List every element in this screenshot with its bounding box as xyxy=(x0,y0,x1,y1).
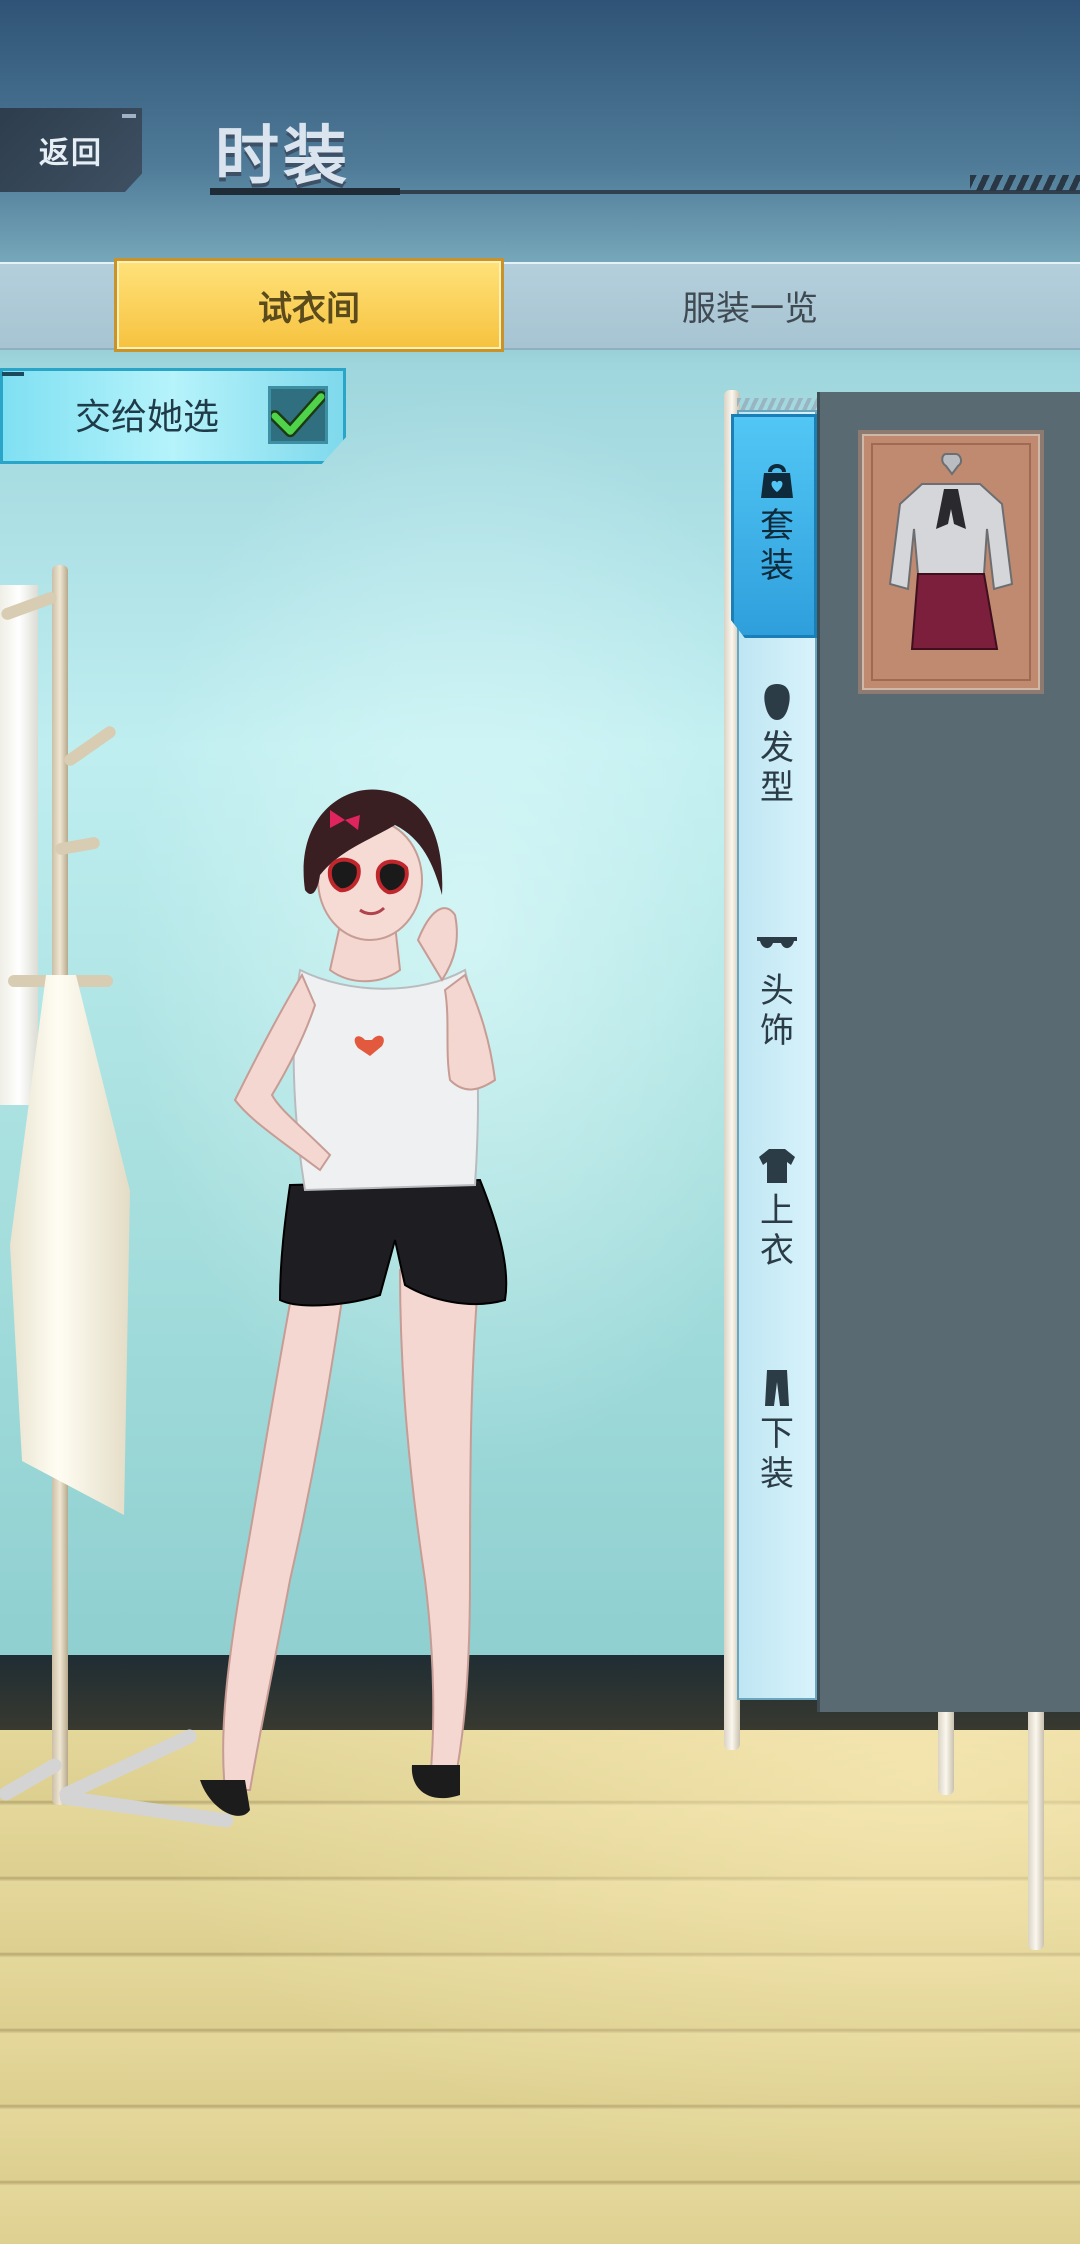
category-outfit[interactable]: 套 装 xyxy=(737,460,817,586)
category-label-char: 装 xyxy=(760,546,794,586)
category-label-char: 饰 xyxy=(760,1011,794,1051)
sidebar-stripes-decoration xyxy=(737,398,817,410)
category-label-char: 上 xyxy=(760,1191,794,1231)
checkmark-icon xyxy=(271,390,325,438)
category-label-char: 套 xyxy=(760,506,794,546)
outfit-item-card[interactable] xyxy=(858,430,1044,694)
shirt-icon xyxy=(759,1149,795,1183)
title-stripes-decoration xyxy=(970,175,1080,191)
category-headwear[interactable]: 头 饰 xyxy=(737,925,817,1051)
corner-tick xyxy=(122,114,136,118)
character-figure[interactable] xyxy=(180,780,540,1840)
page-title: 时装 xyxy=(215,120,351,194)
corner-tick xyxy=(2,372,24,376)
pants-icon xyxy=(765,1370,789,1406)
tab-fitting-room[interactable]: 试衣间 xyxy=(114,258,504,352)
tab-outfit-list[interactable]: 服装一览 xyxy=(560,258,940,352)
category-label-char: 衣 xyxy=(760,1231,794,1271)
outfit-bag-icon xyxy=(761,464,793,498)
clothing-rack-pole xyxy=(938,1700,954,1795)
hanging-towel-back xyxy=(0,585,38,1105)
category-label-char: 发 xyxy=(760,728,794,768)
category-label-char: 下 xyxy=(760,1414,794,1454)
category-top[interactable]: 上 衣 xyxy=(737,1145,817,1271)
category-label-char: 头 xyxy=(760,971,794,1011)
tab-label: 服装一览 xyxy=(682,288,818,329)
back-button[interactable]: 返回 xyxy=(0,108,142,192)
category-label-char: 装 xyxy=(760,1454,794,1494)
clothing-rack-pole xyxy=(1028,1700,1044,1950)
let-her-choose-label: 交给她选 xyxy=(75,397,220,438)
tab-label: 试衣间 xyxy=(258,288,360,329)
category-hair[interactable]: 发 型 xyxy=(737,682,817,808)
category-label-char: 型 xyxy=(760,768,794,808)
category-bottom[interactable]: 下 装 xyxy=(737,1368,817,1494)
back-button-label: 返回 xyxy=(39,136,103,171)
sunglasses-icon xyxy=(757,937,797,949)
hair-head-icon xyxy=(764,684,790,720)
outfit-preview-icon xyxy=(871,443,1031,681)
title-underline-accent xyxy=(210,188,400,195)
let-her-choose-checkbox[interactable] xyxy=(268,386,328,444)
